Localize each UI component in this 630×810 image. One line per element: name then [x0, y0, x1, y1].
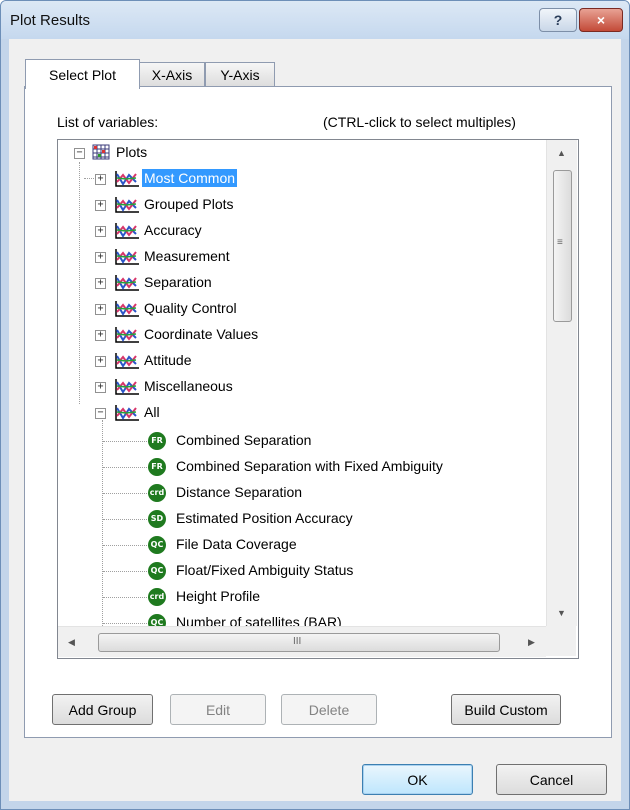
- plots-grid-icon: [92, 144, 110, 160]
- tree-node-label: Miscellaneous: [144, 378, 233, 394]
- tree-item-label: Number of satellites (BAR): [176, 614, 342, 626]
- qc-badge-icon: QC: [148, 614, 166, 626]
- tree-item-distance-separation[interactable]: crd Distance Separation: [58, 480, 546, 506]
- sd-badge-icon: SD: [148, 510, 166, 528]
- vertical-scrollbar[interactable]: ▲ ≡ ▼: [546, 140, 577, 626]
- tree-node-label: Attitude: [144, 352, 192, 368]
- tree-node-accuracy[interactable]: + Accuracy: [58, 218, 358, 244]
- collapse-icon[interactable]: −: [74, 148, 85, 159]
- tree-node-label: Accuracy: [144, 222, 202, 238]
- chart-icon: [114, 274, 140, 292]
- tree-item-label: Distance Separation: [176, 484, 303, 500]
- chart-icon: [114, 404, 140, 422]
- expand-icon[interactable]: +: [95, 304, 106, 315]
- cancel-button[interactable]: Cancel: [496, 764, 607, 795]
- tree-node-coordinate-values[interactable]: + Coordinate Values: [58, 322, 358, 348]
- tree-item-label: Height Profile: [176, 588, 261, 604]
- tree-item-combined-separation-fixed-ambiguity[interactable]: FR Combined Separation with Fixed Ambigu…: [58, 454, 546, 480]
- vertical-scroll-thumb[interactable]: ≡: [553, 170, 572, 322]
- add-group-button[interactable]: Add Group: [52, 694, 153, 725]
- tree-node-quality-control[interactable]: + Quality Control: [58, 296, 358, 322]
- tab-select-plot[interactable]: Select Plot: [25, 59, 140, 89]
- qc-badge-icon: QC: [148, 536, 166, 554]
- tree-node-label: All: [144, 404, 160, 420]
- expand-icon[interactable]: +: [95, 252, 106, 263]
- tree-item-label: Combined Separation with Fixed Ambiguity: [176, 458, 443, 474]
- scroll-up-icon[interactable]: ▲: [557, 148, 566, 158]
- expand-icon[interactable]: +: [95, 356, 106, 367]
- chart-icon: [114, 222, 140, 240]
- tree-node-label: Measurement: [144, 248, 230, 264]
- expand-icon[interactable]: +: [95, 174, 106, 185]
- tab-x-axis[interactable]: X-Axis: [139, 62, 205, 87]
- expand-icon[interactable]: +: [95, 330, 106, 341]
- tree-item-label: Combined Separation: [176, 432, 312, 448]
- chart-icon: [114, 378, 140, 396]
- expand-icon[interactable]: +: [95, 382, 106, 393]
- tree-node-label: Most Common: [142, 169, 238, 187]
- tree-node-label: Plots: [116, 144, 148, 160]
- scroll-down-icon[interactable]: ▼: [557, 608, 566, 618]
- delete-button[interactable]: Delete: [281, 694, 377, 725]
- tree-node-separation[interactable]: + Separation: [58, 270, 358, 296]
- tree-node-grouped-plots[interactable]: + Grouped Plots: [58, 192, 358, 218]
- tree-item-float-fixed-ambiguity-status[interactable]: QC Float/Fixed Ambiguity Status: [58, 558, 546, 584]
- scroll-left-icon[interactable]: ◀: [68, 637, 75, 648]
- tree-node-most-common[interactable]: + Most Common: [58, 166, 358, 192]
- qc-badge-icon: QC: [148, 562, 166, 580]
- chart-icon: [114, 248, 140, 266]
- tree-content: − Plots + Most Common + Grouped Plots + …: [58, 140, 546, 626]
- tab-y-axis[interactable]: Y-Axis: [205, 62, 275, 87]
- scroll-right-icon[interactable]: ▶: [528, 637, 535, 648]
- horizontal-scroll-thumb[interactable]: III: [98, 633, 500, 652]
- close-button[interactable]: ×: [579, 8, 623, 32]
- chart-icon: [114, 326, 140, 344]
- tree-node-all[interactable]: − All: [58, 400, 358, 426]
- tree-item-file-data-coverage[interactable]: QC File Data Coverage: [58, 532, 546, 558]
- chart-icon: [114, 352, 140, 370]
- grip-icon: ≡: [557, 237, 563, 248]
- chart-icon: [114, 170, 140, 188]
- tree-node-miscellaneous[interactable]: + Miscellaneous: [58, 374, 358, 400]
- edit-button[interactable]: Edit: [170, 694, 266, 725]
- expand-icon[interactable]: +: [95, 200, 106, 211]
- tree-node-label: Separation: [144, 274, 212, 290]
- tree-item-label: File Data Coverage: [176, 536, 297, 552]
- tree-item-number-of-satellites[interactable]: QC Number of satellites (BAR): [58, 610, 546, 626]
- tree-node-measurement[interactable]: + Measurement: [58, 244, 358, 270]
- list-of-variables-label: List of variables:: [57, 114, 159, 130]
- chart-icon: [114, 196, 140, 214]
- plot-results-dialog: Plot Results ? × Select Plot X-Axis Y-Ax…: [0, 0, 630, 810]
- tree-item-combined-separation[interactable]: FR Combined Separation: [58, 428, 546, 454]
- variables-tree[interactable]: − Plots + Most Common + Grouped Plots + …: [57, 139, 579, 659]
- tree-item-label: Estimated Position Accuracy: [176, 510, 353, 526]
- fr-badge-icon: FR: [148, 432, 166, 450]
- tree-node-attitude[interactable]: + Attitude: [58, 348, 358, 374]
- dialog-client-area: Select Plot X-Axis Y-Axis List of variab…: [9, 39, 621, 801]
- fr-badge-icon: FR: [148, 458, 166, 476]
- horizontal-scrollbar[interactable]: ◀ III ▶: [58, 626, 546, 657]
- expand-icon[interactable]: +: [95, 278, 106, 289]
- collapse-icon[interactable]: −: [95, 408, 106, 419]
- tree-node-label: Coordinate Values: [144, 326, 259, 342]
- expand-icon[interactable]: +: [95, 226, 106, 237]
- tree-item-height-profile[interactable]: crd Height Profile: [58, 584, 546, 610]
- tree-node-label: Quality Control: [144, 300, 237, 316]
- title-bar[interactable]: Plot Results ? ×: [1, 1, 629, 39]
- tree-item-label: Float/Fixed Ambiguity Status: [176, 562, 354, 578]
- scrollbar-corner: [546, 626, 576, 656]
- multi-select-hint: (CTRL-click to select multiples): [323, 114, 516, 130]
- chart-icon: [114, 300, 140, 318]
- tree-node-label: Grouped Plots: [144, 196, 234, 212]
- grip-icon: III: [293, 636, 302, 647]
- crd-badge-icon: crd: [148, 484, 166, 502]
- help-button[interactable]: ?: [539, 8, 577, 32]
- window-title: Plot Results: [10, 12, 91, 29]
- tree-item-estimated-position-accuracy[interactable]: SD Estimated Position Accuracy: [58, 506, 546, 532]
- crd-badge-icon: crd: [148, 588, 166, 606]
- ok-button[interactable]: OK: [362, 764, 473, 795]
- build-custom-button[interactable]: Build Custom: [451, 694, 561, 725]
